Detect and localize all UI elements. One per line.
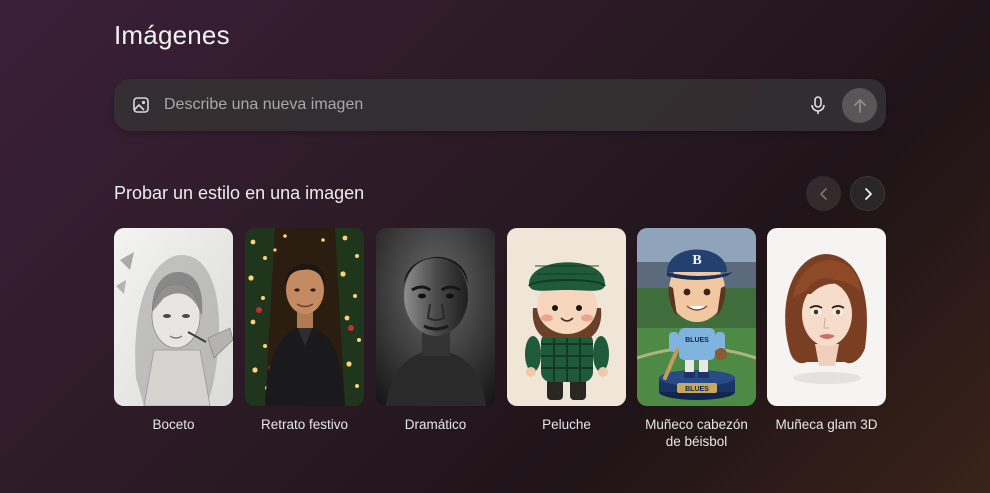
style-card-boceto[interactable]: Boceto (114, 228, 233, 433)
arrow-up-icon (853, 98, 866, 113)
bobblehead-cap-text: B (692, 253, 701, 268)
style-cards-row: Boceto Retrato festivo Dramático Peluche… (114, 228, 886, 468)
style-card-dramatico[interactable]: Dramático (376, 228, 495, 433)
style-card-label: Dramático (404, 417, 467, 432)
style-card-label: Peluche (542, 417, 591, 432)
glam-doll-image (767, 228, 886, 406)
style-card-label: Boceto (152, 417, 195, 432)
baseball-bobblehead-image: BLUES BLUES B (637, 228, 756, 406)
style-card-peluche[interactable]: Peluche (507, 228, 626, 433)
prompt-input[interactable] (164, 91, 784, 119)
microphone-icon[interactable] (807, 94, 829, 116)
page-title: Imágenes (114, 20, 230, 50)
carousel-next-button[interactable] (850, 176, 885, 211)
style-card-label: Muñeco cabezón de béisbol (645, 417, 748, 449)
chevron-left-icon (819, 187, 827, 200)
pencil-sketch-image (114, 228, 233, 406)
carousel-prev-button[interactable] (806, 176, 841, 211)
send-button[interactable] (842, 88, 877, 123)
style-card-label: Muñeca glam 3D (775, 417, 878, 432)
festive-portrait-image (245, 228, 364, 406)
style-card-retrato-festivo[interactable]: Retrato festivo (245, 228, 364, 433)
image-icon[interactable] (131, 95, 151, 115)
style-card-munieca-glam-3d[interactable]: Muñeca glam 3D (767, 228, 886, 433)
chevron-right-icon (864, 187, 872, 200)
bobblehead-jersey-text: BLUES (685, 337, 709, 344)
prompt-bar[interactable] (114, 79, 886, 131)
section-title: Probar un estilo en una imagen (114, 183, 365, 203)
style-card-label: Retrato festivo (260, 417, 349, 432)
plush-doll-image (507, 228, 626, 406)
style-card-munieco-cabezon-de-beisbol[interactable]: BLUES BLUES B Muñeco cabezón de béisbol (637, 228, 756, 450)
bobblehead-base-text: BLUES (685, 386, 709, 393)
dramatic-portrait-image (376, 228, 495, 406)
